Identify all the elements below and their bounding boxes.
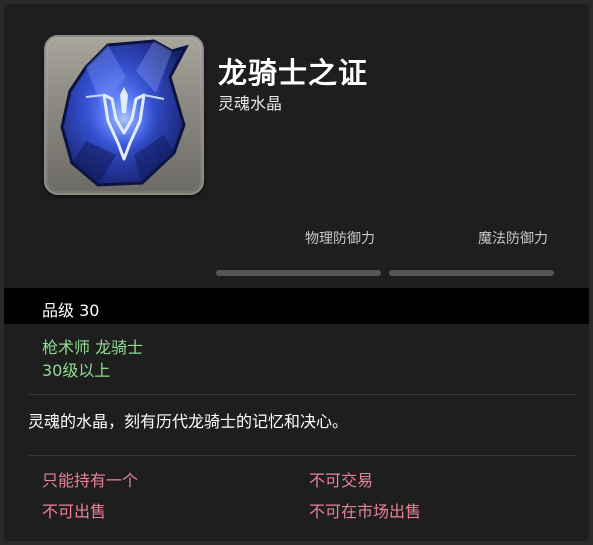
unsellable-restriction: 不可出售 [42,502,107,521]
physical-defense-bar [216,270,381,276]
eligible-classes: 枪术师 龙骑士 [42,338,144,357]
magic-defense-label: 魔法防御力 [478,231,548,247]
divider [29,455,577,456]
item-tooltip: 龙骑士之证 灵魂水晶 物理防御力 魔法防御力 品级 30 枪术师 龙骑士 30级… [4,4,589,541]
class-requirements: 枪术师 龙骑士 30级以上 [42,336,143,382]
item-level-band: 品级 30 [4,288,589,324]
untradable-restriction: 不可交易 [309,471,374,490]
physical-defense-label: 物理防御力 [305,231,375,247]
item-category: 灵魂水晶 [218,94,283,113]
tooltip-header: 龙骑士之证 灵魂水晶 物理防御力 魔法防御力 [4,4,589,288]
item-level: 品级 30 [42,301,100,320]
required-level: 30级以上 [42,361,111,380]
item-name: 龙骑士之证 [218,56,369,90]
unique-restriction: 只能持有一个 [42,471,139,490]
divider [29,394,577,395]
market-restriction: 不可在市场出售 [309,502,422,521]
soul-crystal-dragoon-icon [44,35,204,195]
item-description: 灵魂的水晶，刻有历代龙骑士的记忆和决心。 [28,412,349,431]
magic-defense-bar [389,270,554,276]
